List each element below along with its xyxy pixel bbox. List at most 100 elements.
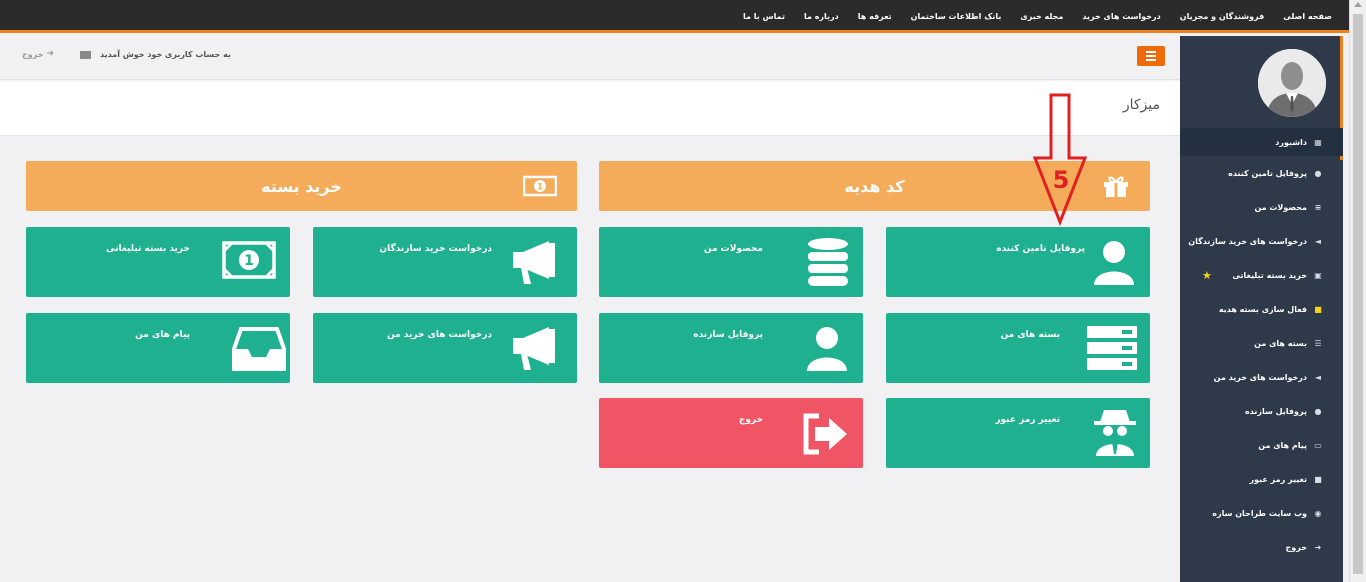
nav-purchase-requests[interactable]: درخواست های خرید <box>1082 12 1160 21</box>
toolbar: به حساب کاربری خود خوش آمدید خروج ➜ <box>0 36 1180 80</box>
money-icon: ▣ <box>1314 270 1322 280</box>
buy-package-banner[interactable]: خرید بسته 1 <box>26 161 577 211</box>
spy-icon <box>1094 410 1136 456</box>
scroll-up-arrow-icon[interactable] <box>1354 2 1362 7</box>
tile-my-purchase-requests[interactable]: درخواست های خرید من <box>313 313 577 383</box>
nav-news-magazine[interactable]: مجله خبری <box>1020 12 1063 21</box>
logout-label: خروج <box>22 49 44 59</box>
avatar[interactable] <box>1258 49 1326 117</box>
inbox-icon <box>232 327 286 371</box>
sidebar-item-label: درخواست های خرید سازندگان <box>1188 236 1307 246</box>
tile-label: خرید بسته تبلیغاتی <box>106 244 190 254</box>
inbox-icon: ▭ <box>1314 440 1322 450</box>
database-icon <box>808 238 848 286</box>
buy-package-label: خرید بسته <box>261 176 342 196</box>
bullhorn-icon <box>513 327 555 370</box>
user-icon <box>1094 241 1134 285</box>
sidebar-item-supplier-profile[interactable]: ● پروفایل تامین کننده <box>1180 156 1343 190</box>
nav-building-database[interactable]: بانک اطلاعات ساختمان <box>911 12 1002 21</box>
bullhorn-icon: ◄ <box>1314 236 1322 246</box>
gift-icon: ■ <box>1314 304 1322 314</box>
tile-label: خروج <box>738 415 763 425</box>
tile-my-messages[interactable]: پیام های من <box>26 313 290 383</box>
sidebar-item-my-messages[interactable]: ▭ پیام های من <box>1180 428 1343 462</box>
tile-label: پروفایل سازنده <box>693 330 763 340</box>
sidebar-item-label: بسته های من <box>1254 338 1307 348</box>
sidebar-item-website[interactable]: ◉ وب سایت طراحان سازه <box>1180 496 1343 530</box>
dashboard-icon: ▦ <box>1314 137 1322 147</box>
money-icon: 1 <box>523 175 557 197</box>
page-header: میزکار <box>0 81 1180 136</box>
sidebar-item-label: خرید بسته تبلیغاتی <box>1232 270 1307 280</box>
sidebar-item-buy-ad-package[interactable]: ▣ خرید بسته تبلیغاتی ★ <box>1180 258 1343 292</box>
sidebar-item-label: پروفایل سازنده <box>1245 406 1307 416</box>
gift-code-label: کد هدیه <box>844 176 905 196</box>
page-title: میزکار <box>1122 97 1160 113</box>
welcome-text: به حساب کاربری خود خوش آمدید <box>100 50 231 59</box>
sidebar-item-label: داشبورد <box>1275 137 1307 147</box>
svg-text:1: 1 <box>537 183 543 193</box>
nav-home[interactable]: صفحه اصلی <box>1283 12 1332 21</box>
tile-label: درخواست خرید سازندگان <box>379 244 492 254</box>
sidebar-item-label: محصولات من <box>1254 202 1307 212</box>
tile-buy-ad-package[interactable]: خرید بسته تبلیغاتی 1 <box>26 227 290 297</box>
annotation-number: 5 <box>1053 166 1070 194</box>
sidebar-item-my-packages[interactable]: ☰ بسته های من <box>1180 326 1343 360</box>
sidebar-item-label: پروفایل تامین کننده <box>1228 168 1307 178</box>
tile-exit[interactable]: خروج <box>599 398 863 468</box>
sidebar-item-activate-gift[interactable]: ■ فعال سازی بسته هدیه <box>1180 292 1343 326</box>
star-icon: ★ <box>1202 268 1212 282</box>
sidebar-item-label: خروج <box>1285 542 1307 552</box>
scrollbar-thumb[interactable] <box>1353 14 1363 574</box>
top-navbar: صفحه اصلی فروشندگان و مجریان درخواست های… <box>0 0 1366 33</box>
sidebar-item-label: وب سایت طراحان سازه <box>1212 508 1307 518</box>
sidebar-item-builder-profile[interactable]: ● پروفایل سازنده <box>1180 394 1343 428</box>
tile-my-packages[interactable]: بسته های من <box>886 313 1150 383</box>
tile-label: بسته های من <box>1000 330 1060 340</box>
envelope-icon[interactable] <box>80 51 91 59</box>
user-avatar-icon <box>1258 49 1326 117</box>
bullhorn-icon: ◄ <box>1314 372 1322 382</box>
gift-icon <box>1104 176 1128 197</box>
sign-out-icon: ➜ <box>1314 542 1322 552</box>
sidebar-item-exit[interactable]: ➜ خروج <box>1180 530 1343 564</box>
sidebar-item-builder-requests[interactable]: ◄ درخواست های خرید سازندگان <box>1180 224 1343 258</box>
tile-label: تغییر رمز عبور <box>995 415 1060 425</box>
tile-label: پروفایل تامین کننده <box>996 244 1085 254</box>
sidebar: ▦ داشبورد ● پروفایل تامین کننده ≡ محصولا… <box>1180 36 1343 582</box>
menu-toggle-button[interactable] <box>1137 46 1165 66</box>
tile-supplier-profile[interactable]: پروفایل تامین کننده <box>886 227 1150 297</box>
nav-sellers[interactable]: فروشندگان و مجریان <box>1180 12 1265 21</box>
page-scrollbar[interactable] <box>1349 0 1366 582</box>
tile-label: درخواست های خرید من <box>387 330 492 340</box>
hamburger-icon <box>1146 51 1156 53</box>
tile-builder-purchase-requests[interactable]: درخواست خرید سازندگان <box>313 227 577 297</box>
money-icon: 1 <box>222 241 276 279</box>
nav-tariffs[interactable]: تعرفه ها <box>858 12 892 21</box>
sign-out-icon <box>803 413 847 455</box>
sidebar-item-my-products[interactable]: ≡ محصولات من <box>1180 190 1343 224</box>
sidebar-item-my-requests[interactable]: ◄ درخواست های خرید من <box>1180 360 1343 394</box>
sign-out-icon: ➜ <box>46 49 55 59</box>
list-icon: ☰ <box>1314 338 1322 348</box>
tile-label: پیام های من <box>135 330 190 340</box>
tile-change-password[interactable]: تغییر رمز عبور <box>886 398 1150 468</box>
sidebar-item-dashboard[interactable]: ▦ داشبورد <box>1180 128 1343 156</box>
database-icon: ≡ <box>1314 202 1322 212</box>
server-list-icon <box>1087 326 1137 370</box>
svg-text:1: 1 <box>244 253 254 269</box>
sidebar-item-label: تغییر رمز عبور <box>1249 474 1307 484</box>
sidebar-item-label: پیام های من <box>1258 440 1307 450</box>
user-icon <box>807 327 847 371</box>
sidebar-menu: ▦ داشبورد ● پروفایل تامین کننده ≡ محصولا… <box>1180 128 1343 564</box>
sidebar-item-label: درخواست های خرید من <box>1213 372 1307 382</box>
sidebar-item-change-password[interactable]: ■ تغییر رمز عبور <box>1180 462 1343 496</box>
lock-icon: ■ <box>1314 474 1322 484</box>
eye-icon: ◉ <box>1314 508 1322 518</box>
tile-builder-profile[interactable]: پروفایل سازنده <box>599 313 863 383</box>
nav-about[interactable]: درباره ما <box>804 12 839 21</box>
tile-my-products[interactable]: محصولات من <box>599 227 863 297</box>
nav-contact[interactable]: تماس با ما <box>743 12 785 21</box>
user-icon: ● <box>1314 168 1322 178</box>
logout-link[interactable]: خروج ➜ <box>22 49 54 59</box>
